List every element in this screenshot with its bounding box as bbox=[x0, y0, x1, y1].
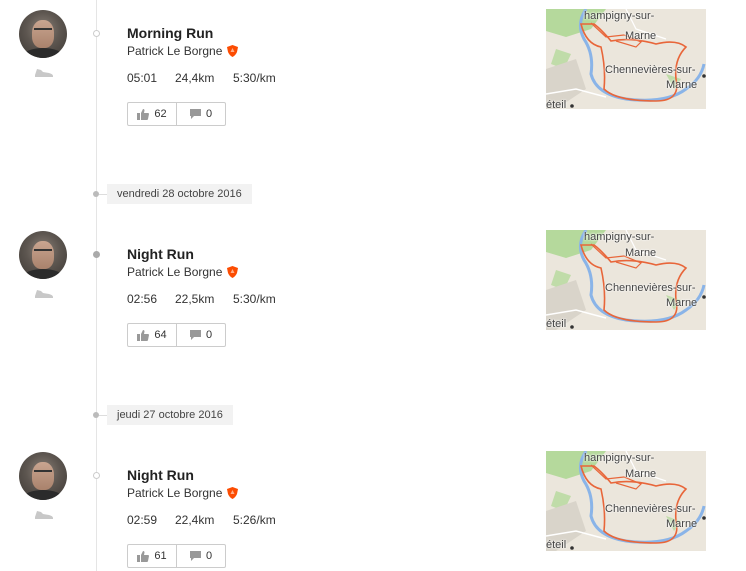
activity-actions: 64 0 bbox=[127, 323, 226, 347]
map-label-marne: Marne bbox=[625, 468, 657, 480]
activity-stats: 02:56 22,5km 5:30/km bbox=[127, 292, 276, 306]
stat-time: 02:59 bbox=[127, 513, 158, 527]
avatar[interactable] bbox=[19, 10, 67, 58]
kudos-button[interactable]: 62 bbox=[128, 103, 176, 125]
athlete-name[interactable]: Patrick Le Borgne bbox=[127, 265, 222, 279]
activity-stats: 05:01 24,4km 5:30/km bbox=[127, 71, 276, 85]
map-label-chennevieres: Chennevières-sur- bbox=[605, 64, 696, 76]
map-label-creteil: éteil bbox=[546, 539, 567, 551]
activity-stats: 02:59 22,4km 5:26/km bbox=[127, 513, 276, 527]
map-label-chennevieres: Chennevières-sur- bbox=[605, 503, 696, 515]
stat-pace: 5:30/km bbox=[233, 71, 276, 85]
map-label-creteil: éteil bbox=[546, 99, 567, 109]
thumbs-up-icon bbox=[137, 108, 150, 120]
kudos-count: 64 bbox=[154, 329, 167, 341]
kudos-button[interactable]: 64 bbox=[128, 324, 176, 346]
date-separator-label: jeudi 27 octobre 2016 bbox=[107, 405, 233, 425]
map-label-marne: Marne bbox=[625, 30, 657, 42]
shoe-icon bbox=[35, 511, 53, 519]
timeline-dot bbox=[93, 472, 100, 479]
avatar[interactable] bbox=[19, 452, 67, 500]
activity-entry: Night Run Patrick Le Borgne 02:56 22,5km 5… bbox=[0, 221, 746, 351]
comments-count: 0 bbox=[205, 108, 213, 120]
timeline-dot bbox=[93, 251, 100, 258]
activity-title[interactable]: Night Run bbox=[127, 467, 194, 483]
comment-bubble-icon bbox=[189, 108, 201, 119]
kudos-count: 62 bbox=[154, 108, 167, 120]
route-map-graphic bbox=[546, 230, 706, 330]
avatar[interactable] bbox=[19, 231, 67, 279]
premium-shield-icon bbox=[227, 487, 239, 499]
map-label-champigny: hampigny-sur- bbox=[584, 10, 655, 22]
athlete-name-row: Patrick Le Borgne bbox=[127, 486, 239, 500]
activity-title[interactable]: Morning Run bbox=[127, 25, 213, 41]
kudos-count: 61 bbox=[154, 550, 167, 562]
activity-title[interactable]: Night Run bbox=[127, 246, 194, 262]
map-label-marne: Marne bbox=[666, 518, 698, 530]
stat-distance: 22,4km bbox=[175, 513, 215, 527]
timeline-dot bbox=[93, 30, 100, 37]
stat-distance: 24,4km bbox=[175, 71, 215, 85]
comment-bubble-icon bbox=[189, 329, 201, 340]
comments-count: 0 bbox=[205, 550, 213, 562]
map-label-marne: Marne bbox=[666, 79, 698, 91]
premium-shield-icon bbox=[227, 266, 239, 278]
shoe-icon bbox=[35, 69, 53, 77]
map-label-creteil: éteil bbox=[546, 318, 567, 330]
route-map[interactable]: hampigny-sur- Marne Chennevières-sur- Ma… bbox=[546, 9, 706, 109]
map-label-chennevieres: Chennevières-sur- bbox=[605, 282, 696, 294]
comments-count: 0 bbox=[205, 329, 213, 341]
kudos-button[interactable]: 61 bbox=[128, 545, 176, 567]
activity-entry: Morning Run Patrick Le Borgne 05:01 24,4k… bbox=[0, 0, 746, 130]
athlete-name-row: Patrick Le Borgne bbox=[127, 44, 239, 58]
athlete-name-row: Patrick Le Borgne bbox=[127, 265, 239, 279]
stat-time: 05:01 bbox=[127, 71, 158, 85]
stat-pace: 5:30/km bbox=[233, 292, 276, 306]
premium-shield-icon bbox=[227, 45, 239, 57]
athlete-name[interactable]: Patrick Le Borgne bbox=[127, 486, 222, 500]
activity-actions: 61 0 bbox=[127, 544, 226, 568]
activity-actions: 62 0 bbox=[127, 102, 226, 126]
route-map-graphic bbox=[546, 9, 706, 109]
comments-button[interactable]: 0 bbox=[176, 103, 225, 125]
date-separator-label: vendredi 28 octobre 2016 bbox=[107, 184, 252, 204]
map-label-champigny: hampigny-sur- bbox=[584, 452, 655, 464]
stat-pace: 5:26/km bbox=[233, 513, 276, 527]
comments-button[interactable]: 0 bbox=[176, 324, 225, 346]
shoe-icon bbox=[35, 290, 53, 298]
thumbs-up-icon bbox=[137, 550, 150, 562]
map-label-champigny: hampigny-sur- bbox=[584, 231, 655, 243]
stat-distance: 22,5km bbox=[175, 292, 215, 306]
activity-entry: Night Run Patrick Le Borgne 02:59 22,4km 5… bbox=[0, 442, 746, 571]
athlete-name[interactable]: Patrick Le Borgne bbox=[127, 44, 222, 58]
map-label-marne: Marne bbox=[666, 297, 698, 309]
route-map[interactable]: hampigny-sur- Marne Chennevières-sur- Ma… bbox=[546, 451, 706, 551]
route-map[interactable]: hampigny-sur- Marne Chennevières-sur- Ma… bbox=[546, 230, 706, 330]
comment-bubble-icon bbox=[189, 550, 201, 561]
thumbs-up-icon bbox=[137, 329, 150, 341]
stat-time: 02:56 bbox=[127, 292, 158, 306]
map-label-marne: Marne bbox=[625, 247, 657, 259]
comments-button[interactable]: 0 bbox=[176, 545, 225, 567]
route-map-graphic bbox=[546, 451, 706, 551]
